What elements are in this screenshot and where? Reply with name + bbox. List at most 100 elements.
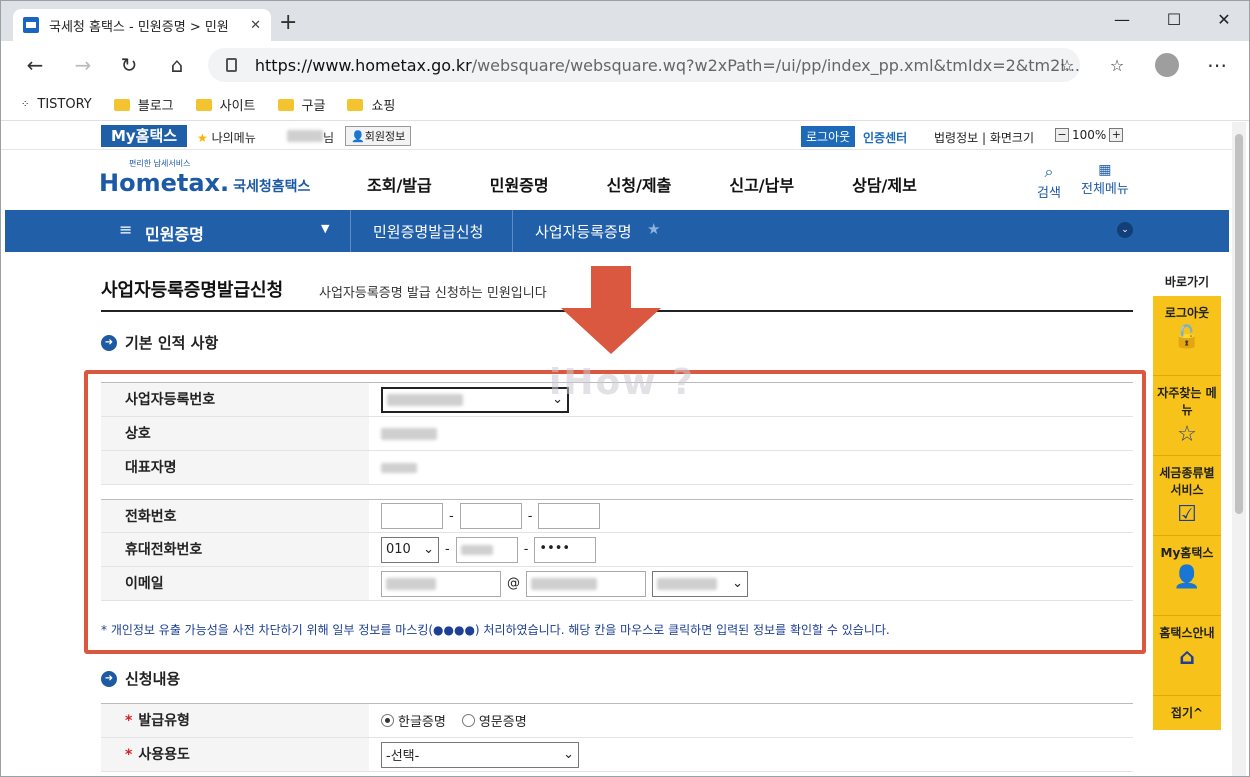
hometax-page: My홈택스 ★ 나의메뉴 님 👤회원정보 로그아웃 인증센터 법령정보 | 화면… bbox=[1, 122, 1233, 776]
forward-icon[interactable]: → bbox=[69, 51, 97, 79]
quick-label: 홈택스안내 bbox=[1159, 626, 1215, 640]
tab-title: 국세청 홈택스 - 민원증명 > 민원 bbox=[49, 19, 229, 35]
folder-icon bbox=[195, 98, 212, 111]
quick-label: My홈택스 bbox=[1160, 546, 1214, 560]
folder-icon bbox=[113, 98, 130, 111]
search-icon: ⌕ bbox=[1044, 162, 1054, 181]
radio-checked-icon bbox=[381, 714, 394, 727]
nav-apply[interactable]: 신청/제출 bbox=[607, 172, 672, 196]
my-menu-label: 나의메뉴 bbox=[211, 131, 256, 145]
quick-guide[interactable]: 홈택스안내 ⌂ bbox=[1153, 616, 1221, 696]
url-domain: https://www.hometax.go.kr bbox=[254, 55, 472, 75]
back-icon[interactable]: ← bbox=[21, 51, 49, 79]
cert-center-link[interactable]: 인증센터 bbox=[863, 129, 907, 146]
profile-icon[interactable] bbox=[1153, 51, 1181, 79]
bookmark-label: 블로그 bbox=[137, 99, 174, 114]
page-description: 사업자등록증명 발급 신청하는 민원입니다 bbox=[319, 286, 547, 301]
star-icon: ★ bbox=[197, 131, 208, 145]
down-arrow-icon bbox=[561, 266, 661, 354]
fold-button[interactable]: 접기^ bbox=[1153, 696, 1221, 730]
my-menu-link[interactable]: ★ 나의메뉴 bbox=[197, 129, 256, 146]
quick-bar-title: 바로가기 bbox=[1164, 275, 1210, 289]
address-bar[interactable]: https://www.hometax.go.kr/websquare/webs… bbox=[208, 48, 1080, 82]
logo-text: Hometax. bbox=[99, 169, 230, 197]
add-favorite-icon[interactable]: ☆ bbox=[1053, 51, 1081, 79]
radio-unchecked-icon bbox=[461, 714, 475, 727]
reload-icon[interactable]: ↻ bbox=[115, 51, 143, 79]
more-options-icon[interactable]: ⋯ bbox=[1203, 51, 1231, 79]
bookmark-google[interactable]: 구글 bbox=[277, 95, 326, 114]
nav-civil[interactable]: 민원증명 bbox=[490, 172, 549, 196]
quick-tax-service[interactable]: 세금종류별 서비스 ☑ bbox=[1153, 456, 1221, 536]
close-tab-icon[interactable]: ✕ bbox=[250, 18, 261, 33]
radio-korean[interactable]: 한글증명 bbox=[381, 711, 446, 730]
maximize-icon[interactable]: ☐ bbox=[1149, 1, 1199, 37]
search-button[interactable]: ⌕ 검색 bbox=[1037, 162, 1061, 201]
zoom-out-button[interactable]: − bbox=[1055, 128, 1069, 142]
zoom-in-button[interactable]: + bbox=[1109, 128, 1124, 142]
user-name: 님 bbox=[287, 129, 334, 146]
bookmark-label: 사이트 bbox=[219, 99, 256, 114]
quick-label: 자주찾는 메뉴 bbox=[1157, 386, 1217, 417]
quick-label: 세금종류별 서비스 bbox=[1159, 466, 1215, 497]
breadcrumb-main[interactable]: 민원증명 bbox=[145, 221, 204, 245]
quick-logout[interactable]: 로그아웃 🔓 bbox=[1153, 296, 1221, 376]
favorites-icon[interactable]: ☆ bbox=[1103, 51, 1131, 79]
chevron-down-icon[interactable]: ⌄ bbox=[1117, 222, 1133, 238]
person-icon: 👤 bbox=[351, 130, 365, 143]
home-guide-icon: ⌂ bbox=[1179, 645, 1195, 670]
dropdown-arrow-icon[interactable]: ▼ bbox=[321, 222, 329, 235]
site-header: 편리한 납세서비스 Hometax. 국세청홈택스 조회/발급 민원증명 신청/제… bbox=[1, 150, 1233, 210]
breadcrumb-item[interactable]: 민원증명발급신청 bbox=[373, 221, 483, 242]
section-title: 신청내용 bbox=[125, 670, 181, 688]
bookmark-shopping[interactable]: 쇼핑 bbox=[347, 95, 395, 114]
scrollbar[interactable] bbox=[1232, 122, 1246, 776]
page-title: 사업자등록증명발급신청 bbox=[101, 280, 284, 301]
main-nav: 조회/발급 민원증명 신청/제출 신고/납부 상담/제보 bbox=[367, 172, 917, 196]
browser-tab[interactable]: 국세청 홈택스 - 민원증명 > 민원 ✕ bbox=[13, 9, 271, 41]
my-hometax-button[interactable]: My홈택스 bbox=[101, 125, 187, 147]
zoom-control: −100% + bbox=[1055, 128, 1124, 142]
quick-bar: 바로가기 로그아웃 🔓 자주찾는 메뉴 ☆ 세금종류별 서비스 ☑ My홈택스 👤 홈택… bbox=[1153, 273, 1221, 730]
minimize-icon[interactable]: — bbox=[1097, 1, 1147, 37]
bookmark-label: 쇼핑 bbox=[371, 99, 396, 114]
scrollbar-thumb[interactable] bbox=[1235, 134, 1243, 514]
divider bbox=[350, 210, 351, 252]
bookmarks-bar: ⁘ TISTORY 블로그 사이트 구글 쇼핑 bbox=[1, 89, 1249, 121]
folder-icon bbox=[347, 98, 364, 111]
nav-consult[interactable]: 상담/제보 bbox=[852, 172, 917, 196]
radio-label: 한글증명 bbox=[398, 715, 446, 730]
hometax-logo[interactable]: 편리한 납세서비스 Hometax. 국세청홈택스 bbox=[99, 158, 310, 197]
issue-type-label: 발급유형 bbox=[138, 713, 190, 729]
all-menu-button[interactable]: ▦ 전체메뉴 bbox=[1081, 162, 1129, 197]
tistory-icon: ⁘ bbox=[21, 99, 30, 110]
nav-inquiry[interactable]: 조회/발급 bbox=[367, 172, 432, 196]
table-row: * 사용용도 -선택- ⌄ bbox=[101, 738, 1133, 772]
bookmark-blog[interactable]: 블로그 bbox=[113, 95, 174, 114]
home-icon[interactable]: ⌂ bbox=[163, 51, 191, 79]
hamburger-icon[interactable]: ≡ bbox=[119, 220, 132, 239]
close-window-icon[interactable]: ✕ bbox=[1199, 1, 1249, 37]
browser-window: 국세청 홈택스 - 민원증명 > 민원 ✕ + — ☐ ✕ ← → ↻ ⌂ ht… bbox=[0, 0, 1250, 777]
usage-placeholder: -선택- bbox=[386, 749, 420, 764]
radio-english[interactable]: 영문증명 bbox=[461, 711, 527, 730]
law-info-link[interactable]: 법령정보 bbox=[934, 131, 978, 145]
hometax-favicon-icon bbox=[23, 17, 39, 33]
breadcrumb-item[interactable]: 사업자등록증명 bbox=[535, 221, 632, 242]
law-links: 법령정보 | 화면크기 bbox=[934, 131, 1035, 145]
bookmark-site[interactable]: 사이트 bbox=[195, 95, 256, 114]
bookmark-label: 구글 bbox=[301, 99, 326, 114]
quick-my-hometax[interactable]: My홈택스 👤 bbox=[1153, 536, 1221, 616]
nav-report[interactable]: 신고/납부 bbox=[729, 172, 794, 196]
quick-label: 로그아웃 bbox=[1164, 306, 1210, 320]
user-icon: 👤 bbox=[1173, 565, 1201, 590]
favorite-star-icon[interactable]: ★ bbox=[647, 220, 660, 238]
unlock-icon: 🔓 bbox=[1173, 325, 1201, 350]
bookmark-tistory[interactable]: ⁘ TISTORY bbox=[21, 97, 92, 112]
new-tab-icon[interactable]: + bbox=[279, 12, 297, 34]
quick-favorites[interactable]: 자주찾는 메뉴 ☆ bbox=[1153, 376, 1221, 456]
logout-button[interactable]: 로그아웃 bbox=[801, 126, 856, 147]
usage-select[interactable]: -선택- ⌄ bbox=[381, 741, 579, 768]
member-info-button[interactable]: 👤회원정보 bbox=[345, 126, 412, 146]
arrow-circle-icon: ➜ bbox=[101, 334, 117, 351]
